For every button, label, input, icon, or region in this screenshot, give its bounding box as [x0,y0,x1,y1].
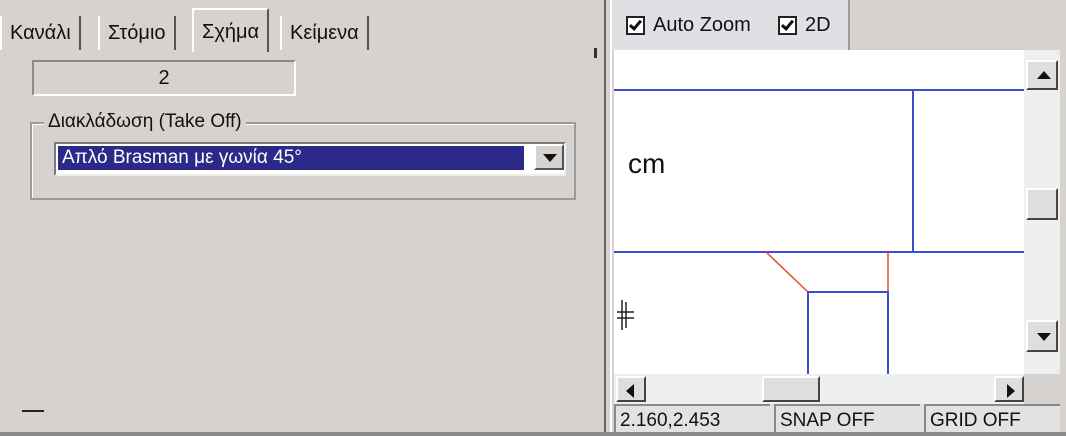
divider-dash [22,410,44,412]
view-panel: Auto Zoom 2D cm 2.160,2.453 SNAP OFF GRI… [612,0,1066,436]
takeoff-groupbox: Διακλάδωση (Take Off) Απλό Brasman με γω… [30,110,576,200]
coordinates-readout: 2.160,2.453 [614,404,770,434]
auto-zoom-checkbox[interactable]: Auto Zoom [626,14,751,37]
tab-shape[interactable]: Σχήμα [192,8,270,52]
arrow-up-icon [1037,71,1051,79]
takeoff-type-dropdown[interactable]: Απλό Brasman με γωνία 45° [54,142,566,176]
two-d-label: 2D [805,14,831,36]
checkbox-checked-icon [778,16,797,35]
horizontal-scrollbar[interactable] [614,374,1024,404]
arrow-down-icon [1037,333,1051,341]
blue-branch-outline [807,291,889,374]
chevron-down-icon [543,154,557,162]
drawing-canvas[interactable]: cm [614,50,1024,374]
divider-tick [594,48,597,58]
tab-texts[interactable]: Κείμενα [280,16,369,50]
checkbox-checked-icon [626,16,645,35]
takeoff-selected-value: Απλό Brasman με γωνία 45° [58,146,524,170]
scroll-up-button[interactable] [1026,60,1058,90]
view-toolbar: Auto Zoom 2D [612,0,850,50]
origin-cursor-icon [617,300,634,330]
scroll-right-button[interactable] [994,376,1024,402]
auto-zoom-label: Auto Zoom [653,14,751,36]
grid-status[interactable]: GRID OFF [924,404,1060,434]
bottom-border [0,432,1066,436]
dropdown-button[interactable] [534,144,564,170]
tab-outlet[interactable]: Στόμιο [98,16,176,50]
status-bar: 2.160,2.453 SNAP OFF GRID OFF [614,404,1060,434]
takeoff-group-label: Διακλάδωση (Take Off) [44,110,246,134]
arrow-right-icon [1007,384,1015,398]
drawing-svg [614,89,1024,374]
scroll-left-button[interactable] [616,376,646,402]
panel-splitter[interactable] [604,0,612,436]
shape-value-field[interactable]: 2 [32,60,296,96]
horizontal-scroll-thumb[interactable] [762,376,820,402]
snap-status[interactable]: SNAP OFF [774,404,920,434]
vertical-scroll-thumb[interactable] [1026,188,1058,220]
red-branch-line [765,251,809,293]
vertical-scrollbar[interactable] [1024,50,1060,374]
two-d-checkbox[interactable]: 2D [778,14,831,37]
scroll-down-button[interactable] [1026,320,1058,352]
arrow-left-icon [626,384,634,398]
tab-channel[interactable]: Κανάλι [0,16,81,50]
unit-label: cm [628,148,666,179]
properties-panel: Κανάλι Στόμιο Σχήμα Κείμενα 2 Διακλάδωση… [0,0,604,436]
